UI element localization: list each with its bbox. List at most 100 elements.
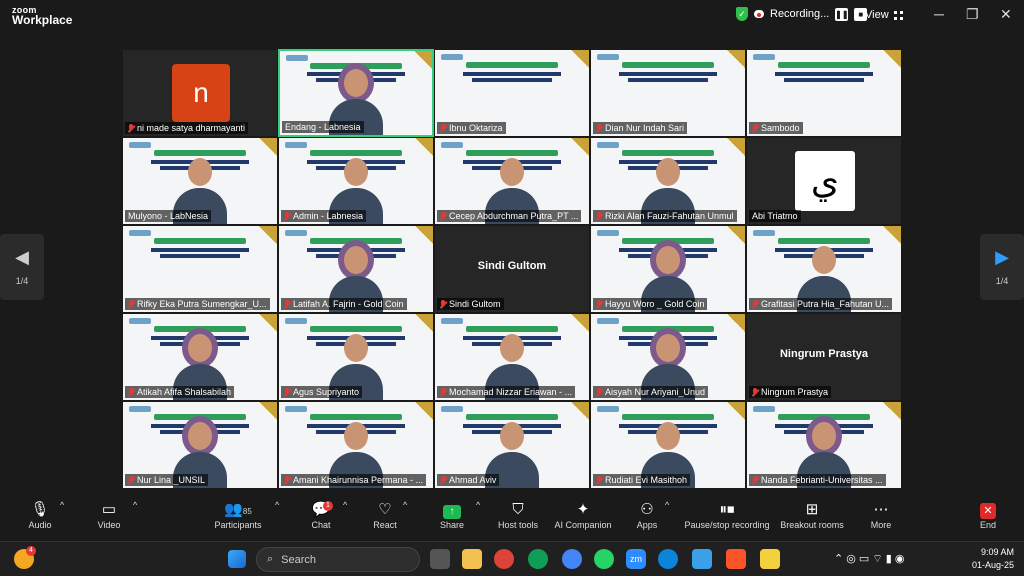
whatsapp-icon[interactable]	[594, 549, 614, 569]
video-camera-icon: ▭	[101, 501, 117, 518]
participant-tile[interactable]: Rizki Alan Fauzi-Fahutan Unmul	[590, 137, 746, 225]
page-indicator: 1/4	[995, 276, 1009, 286]
share-button[interactable]: ↑ Share	[437, 500, 467, 530]
view-button[interactable]: View	[865, 9, 903, 21]
participant-tile[interactable]: Nur Lina _UNSIL	[122, 401, 278, 489]
zoom-icon[interactable]: zm	[626, 549, 646, 569]
breakout-rooms-label: Breakout rooms	[780, 520, 844, 530]
muted-microphone-icon	[128, 387, 134, 397]
previous-page-button[interactable]: ◀ 1/4	[0, 234, 44, 300]
participant-name-label: Atikah Afifa Shalsabilah	[125, 386, 235, 398]
participant-name-label: Rifky Eka Putra Sumengkar_U...	[125, 298, 270, 310]
participant-name: Latifah A. Fajrin - Gold Coin	[293, 299, 404, 309]
participant-tile[interactable]: Ahmad Aviv	[434, 401, 590, 489]
participant-tile[interactable]: Sambodo	[746, 49, 902, 137]
muted-microphone-icon	[284, 211, 290, 221]
minimize-button[interactable]: ─	[934, 6, 944, 22]
share-screen-icon: ↑	[437, 500, 467, 520]
windows-start-icon[interactable]	[228, 550, 246, 568]
pause-recording-button[interactable]: ❚❚	[835, 7, 849, 21]
participant-name-label: ni made satya dharmayanti	[125, 122, 249, 134]
participant-tile[interactable]: Ningrum Prastya Ningrum Prastya	[746, 313, 902, 401]
chat-button[interactable]: 💬 Chat 1	[308, 500, 334, 530]
participant-tile[interactable]: Agus Supriyanto	[278, 313, 434, 401]
weather-icon[interactable]: 4	[14, 546, 36, 569]
participant-name: Grafitasi Putra Hia_Fahutan U...	[761, 299, 890, 309]
participant-tile[interactable]: Rudiati Evi Masithoh	[590, 401, 746, 489]
participant-tile[interactable]: Rifky Eka Putra Sumengkar_U...	[122, 225, 278, 313]
chrome-icon[interactable]	[494, 549, 514, 569]
participant-tile[interactable]: Nanda Febrianti-Universitas ...	[746, 401, 902, 489]
chat-options-caret[interactable]: ^	[343, 500, 347, 510]
chrome-alt-icon[interactable]	[562, 549, 582, 569]
zoom-meeting-window: zoom Workplace ✓ Recording... ❚❚ ■ View …	[0, 0, 1024, 576]
participant-tile[interactable]: Cecep Abdurchman Putra_PT ...	[434, 137, 590, 225]
chrome-profile-icon[interactable]	[528, 549, 548, 569]
pause-stop-recording-button[interactable]: ⏸⏹ Pause/stop recording	[683, 500, 771, 530]
participant-tile[interactable]: Endang - Labnesia	[278, 49, 434, 137]
participant-name: Abi Triatmo	[752, 211, 798, 221]
brave-icon[interactable]	[726, 549, 746, 569]
participant-tile[interactable]: ي Abi Triatmo	[746, 137, 902, 225]
chevron-right-icon: ▶	[995, 247, 1009, 267]
participants-options-caret[interactable]: ^	[275, 500, 279, 510]
react-options-caret[interactable]: ^	[403, 500, 407, 510]
tray-icons[interactable]: ⌃ ◎ ▭ ⌔ ▮ ◉	[834, 552, 904, 566]
search-placeholder: Search	[281, 553, 317, 566]
participant-tile[interactable]: Atikah Afifa Shalsabilah	[122, 313, 278, 401]
participant-name-label: Mochamad Nizzar Eriawan - ...	[437, 386, 576, 398]
participant-tile[interactable]: n ni made satya dharmayanti	[122, 49, 278, 137]
next-page-button[interactable]: ▶ 1/4	[980, 234, 1024, 300]
edge-icon[interactable]	[658, 549, 678, 569]
participant-tile[interactable]: Grafitasi Putra Hia_Fahutan U...	[746, 225, 902, 313]
apps-options-caret[interactable]: ^	[665, 500, 669, 510]
clock[interactable]: 9:09 AM 01-Aug-25	[962, 547, 1014, 570]
chevron-left-icon: ◀	[15, 247, 29, 267]
apps-button[interactable]: ⚇ Apps	[632, 500, 662, 530]
recording-label: Recording...	[770, 8, 830, 20]
react-button[interactable]: ♡ React	[370, 500, 400, 530]
audio-options-caret[interactable]: ^	[60, 500, 64, 510]
muted-microphone-icon	[752, 387, 758, 397]
participant-tile[interactable]: Admin - Labnesia	[278, 137, 434, 225]
participant-tile[interactable]: Dian Nur Indah Sari	[590, 49, 746, 137]
participant-name: Dian Nur Indah Sari	[605, 123, 685, 133]
participant-tile[interactable]: Ibnu Oktariza	[434, 49, 590, 137]
ai-companion-button[interactable]: ✦ AI Companion	[552, 500, 614, 530]
video-button[interactable]: ▭ Video	[92, 500, 126, 530]
participant-tile[interactable]: Aisyah Nur Ariyani_Unud	[590, 313, 746, 401]
participant-tile[interactable]: Sindi Gultom Sindi Gultom	[434, 225, 590, 313]
participant-name-label: Ningrum Prastya	[749, 386, 832, 398]
participant-name-label: Endang - Labnesia	[282, 121, 364, 133]
muted-microphone-icon	[596, 475, 602, 485]
participant-tile[interactable]: Hayyu Woro _ Gold Coin	[590, 225, 746, 313]
sticky-notes-icon[interactable]	[760, 549, 780, 569]
task-view-icon[interactable]	[430, 549, 450, 569]
muted-microphone-icon	[284, 387, 290, 397]
audio-button[interactable]: 🎙 Audio	[24, 500, 56, 530]
file-explorer-icon[interactable]	[462, 549, 482, 569]
participants-count: 85	[242, 507, 252, 516]
host-tools-button[interactable]: ⛉ Host tools	[494, 500, 542, 530]
participant-name: ni made satya dharmayanti	[137, 123, 246, 133]
shield-icon[interactable]: ✓	[736, 7, 748, 21]
close-window-button[interactable]: ✕	[1000, 6, 1012, 23]
breakout-rooms-button[interactable]: ⊞ Breakout rooms	[780, 500, 844, 530]
participant-tile[interactable]: Latifah A. Fajrin - Gold Coin	[278, 225, 434, 313]
participant-tile[interactable]: Mulyono - LabNesia	[122, 137, 278, 225]
participant-tile[interactable]: Mochamad Nizzar Eriawan - ...	[434, 313, 590, 401]
heart-icon: ♡	[378, 501, 392, 518]
participants-button[interactable]: 👥85 Participants	[210, 500, 266, 530]
restore-button[interactable]: ❐	[966, 6, 979, 23]
logo-line-2: Workplace	[12, 13, 73, 27]
end-meeting-button[interactable]: ✕ End	[974, 500, 1002, 530]
taskbar-search[interactable]: ⌕ Search	[256, 547, 420, 572]
share-options-caret[interactable]: ^	[476, 500, 480, 510]
participant-tile[interactable]: Amani Khairunnisa Permana - ...	[278, 401, 434, 489]
windows-taskbar: 4 ⌕ Search zm ⌃ ◎ ▭ ⌔ ▮ ◉ 9:09 AM 01-Aug…	[0, 541, 1024, 576]
video-options-caret[interactable]: ^	[133, 500, 137, 510]
more-button[interactable]: ⋯ More	[866, 500, 896, 530]
photos-icon[interactable]	[692, 549, 712, 569]
participant-name: Hayyu Woro _ Gold Coin	[605, 299, 705, 309]
avatar: ي	[795, 151, 855, 211]
